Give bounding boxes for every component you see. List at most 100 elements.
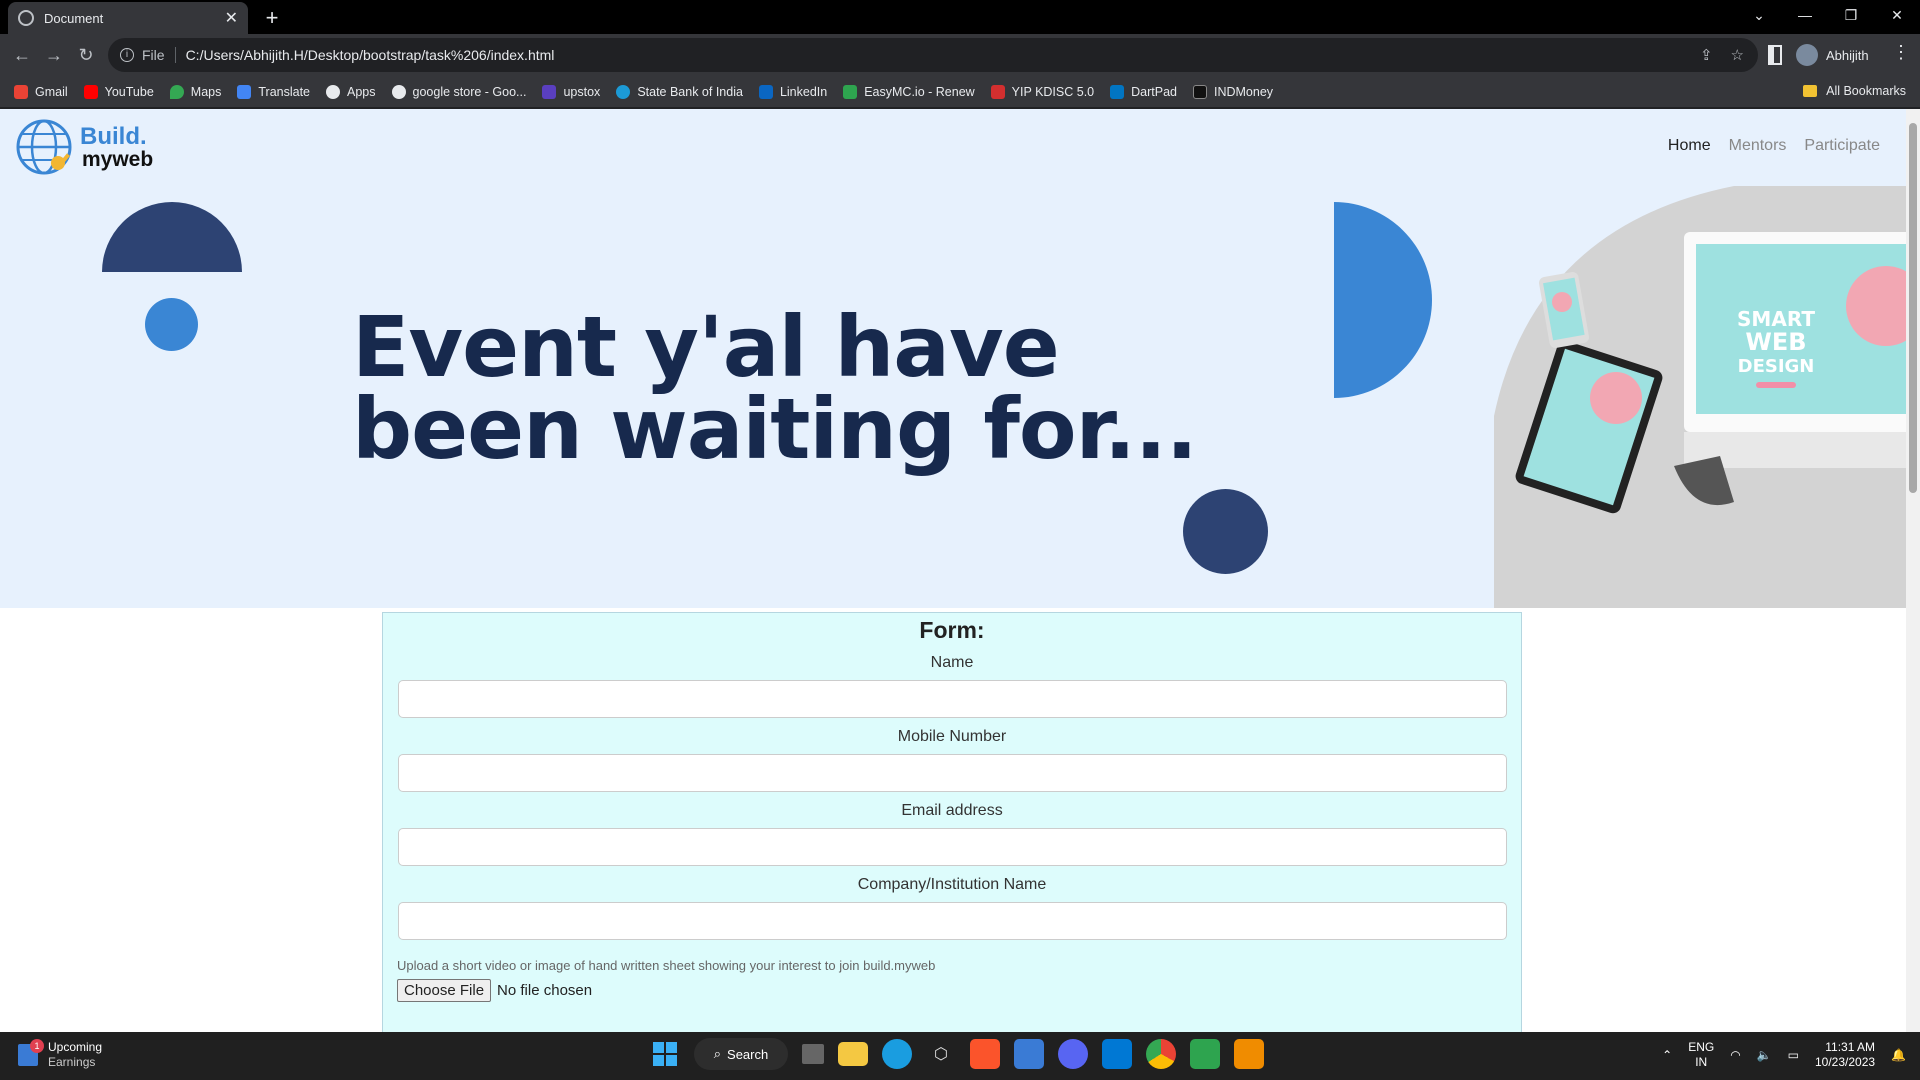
system-tray: ⌃ ENG IN ◠ 🔈 ▭ 11:31 AM 10/23/2023 🔔 <box>1662 1040 1906 1070</box>
edge-icon[interactable] <box>882 1039 912 1069</box>
bookmark-apps[interactable]: Apps <box>326 84 376 99</box>
info-icon[interactable]: i <box>120 48 134 62</box>
indmoney-icon <box>1192 84 1207 99</box>
wifi-icon[interactable]: ◠ <box>1730 1048 1740 1062</box>
store-icon[interactable] <box>1014 1039 1044 1069</box>
choose-file-button[interactable]: Choose File <box>397 979 492 1002</box>
volume-icon[interactable]: 🔈 <box>1757 1048 1772 1062</box>
profile-button[interactable]: Abhijith <box>1796 42 1869 68</box>
bookmark-maps[interactable]: Maps <box>169 84 221 99</box>
email-field-group: Email address <box>383 802 1521 866</box>
name-input[interactable] <box>397 680 1507 718</box>
clock[interactable]: 11:31 AM 10/23/2023 <box>1815 1040 1875 1070</box>
discord-icon[interactable] <box>1058 1039 1088 1069</box>
upstox-icon <box>542 84 557 99</box>
bookmark-linkedin[interactable]: LinkedIn <box>758 84 827 99</box>
bookmark-youtube[interactable]: YouTube <box>83 84 154 99</box>
profile-name: Abhijith <box>1826 47 1869 63</box>
hero-line2: been waiting for... <box>352 380 1198 478</box>
battery-icon[interactable]: ▭ <box>1788 1048 1799 1062</box>
site-navbar: Build. myweb Home Mentors Participate <box>0 109 1906 186</box>
company-input[interactable] <box>397 902 1507 940</box>
close-tab-icon[interactable]: ✕ <box>225 8 238 28</box>
nav-links: Home Mentors Participate <box>1668 137 1880 155</box>
bookmark-upstox[interactable]: upstox <box>542 84 600 99</box>
widgets-button[interactable]: 1 Upcoming Earnings <box>18 1039 102 1070</box>
mobile-field-group: Mobile Number <box>383 728 1521 792</box>
bookmark-google-store[interactable]: google store - Goo... <box>391 84 526 99</box>
yip-icon <box>990 84 1005 99</box>
brand-line1: Build. <box>80 122 147 150</box>
close-window-button[interactable]: ✕ <box>1874 0 1920 30</box>
bookmark-sbi[interactable]: State Bank of India <box>616 84 743 99</box>
mobile-input[interactable] <box>397 754 1507 792</box>
notification-badge: 1 <box>30 1039 44 1053</box>
browser-tab[interactable]: Document ✕ <box>8 2 248 34</box>
nav-home[interactable]: Home <box>1668 137 1711 155</box>
address-bar[interactable]: i File C:/Users/Abhijith.H/Desktop/boots… <box>108 38 1758 72</box>
hero-heading: Event y'al have been waiting for... <box>352 305 1198 471</box>
dartpad-icon <box>1110 84 1125 99</box>
file-scheme-label: File <box>142 47 176 63</box>
side-panel-icon[interactable] <box>1768 45 1782 65</box>
bookmark-yip[interactable]: YIP KDISC 5.0 <box>990 84 1094 99</box>
svg-text:WEB: WEB <box>1745 328 1806 356</box>
sbi-icon <box>616 84 631 99</box>
new-tab-button[interactable]: + <box>258 4 286 32</box>
taskbar-search[interactable]: ⌕ Search <box>694 1038 788 1070</box>
bookmark-translate[interactable]: Translate <box>237 84 310 99</box>
translate-icon <box>237 84 252 99</box>
windows-taskbar: 1 Upcoming Earnings ⌕ Search ⬡ ⌃ ENG IN <box>0 1032 1920 1080</box>
minimize-button[interactable]: — <box>1782 0 1828 30</box>
gift-icon[interactable] <box>1190 1039 1220 1069</box>
forward-icon[interactable]: → <box>42 43 66 67</box>
notifications-icon[interactable]: 🔔 <box>1891 1048 1906 1062</box>
bookmark-gmail[interactable]: Gmail <box>14 84 68 99</box>
tab-title: Document <box>44 10 104 26</box>
mobile-label: Mobile Number <box>897 728 1007 745</box>
upload-hint: Upload a short video or image of hand wr… <box>397 958 936 973</box>
tab-strip: Document ✕ + ⌄ — ❐ ✕ <box>0 0 1920 34</box>
share-icon[interactable]: ⇪ <box>1700 46 1713 64</box>
avatar <box>1796 44 1818 66</box>
unity-icon[interactable]: ⬡ <box>926 1039 956 1069</box>
chevron-up-icon[interactable]: ⌃ <box>1662 1048 1672 1062</box>
vscode-icon[interactable] <box>1102 1039 1132 1069</box>
email-input[interactable] <box>397 828 1507 866</box>
file-explorer-icon[interactable] <box>838 1042 868 1066</box>
bookmarks-bar: Gmail YouTube Maps Translate Apps google… <box>0 76 1920 108</box>
file-picker: Choose File No file chosen <box>397 979 1521 1002</box>
nav-participate[interactable]: Participate <box>1804 137 1880 155</box>
search-icon: ⌕ <box>713 1046 722 1061</box>
bookmark-dartpad[interactable]: DartPad <box>1110 84 1177 99</box>
back-icon[interactable]: ← <box>10 43 34 67</box>
half-circle-shape <box>102 202 242 272</box>
reload-icon[interactable]: ↻ <box>74 43 98 67</box>
easymc-icon <box>843 84 858 99</box>
windows-start-icon[interactable] <box>650 1039 680 1069</box>
page-scrollbar[interactable] <box>1906 109 1920 1032</box>
tab-search-button[interactable]: ⌄ <box>1736 0 1782 30</box>
half-circle-shape <box>1334 202 1432 398</box>
name-field-group: Name <box>383 654 1521 718</box>
scrollbar-thumb[interactable] <box>1909 123 1917 493</box>
restore-button[interactable]: ❐ <box>1828 0 1874 30</box>
language-indicator[interactable]: ENG IN <box>1688 1040 1714 1070</box>
registration-form: Form: Name Mobile Number Email address C… <box>382 612 1522 1032</box>
maps-icon <box>169 84 184 99</box>
star-icon[interactable]: ☆ <box>1731 46 1744 64</box>
company-field-group: Company/Institution Name <box>383 876 1521 940</box>
devices-image: SMART WEB DESIGN <box>1494 186 1906 608</box>
nav-mentors[interactable]: Mentors <box>1729 137 1787 155</box>
site-logo[interactable]: Build. myweb <box>16 117 153 177</box>
bookmark-indmoney[interactable]: INDMoney <box>1192 84 1273 99</box>
all-bookmarks-button[interactable]: All Bookmarks <box>1803 84 1906 98</box>
remote-desktop-icon[interactable] <box>1234 1039 1264 1069</box>
youtube-icon <box>83 84 98 99</box>
bookmark-easymc[interactable]: EasyMC.io - Renew <box>843 84 975 99</box>
menu-kebab-icon[interactable]: ⋮ <box>1892 42 1910 63</box>
url-text[interactable]: C:/Users/Abhijith.H/Desktop/bootstrap/ta… <box>186 47 555 63</box>
brave-icon[interactable] <box>970 1039 1000 1069</box>
chrome-icon[interactable] <box>1146 1039 1176 1069</box>
task-view-icon[interactable] <box>802 1044 824 1064</box>
